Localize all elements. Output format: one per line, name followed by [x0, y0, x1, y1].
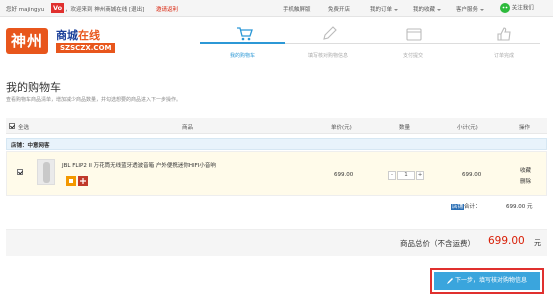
my-orders-label: 我的订单 [370, 7, 393, 13]
favorite-link[interactable]: 收藏 [520, 166, 531, 174]
customer-service-label: 客户服务 [456, 7, 479, 13]
thumbs-up-icon [497, 27, 511, 41]
item-checkbox[interactable] [17, 169, 23, 175]
site-logo[interactable]: 神州 商城在线 SZSCZX.COM [6, 24, 116, 58]
follow-us-label: 关注我们 [511, 5, 534, 12]
follow-us-menu[interactable]: 关注我们 [500, 3, 534, 13]
quantity-input[interactable]: 1 [397, 171, 415, 180]
invite-link[interactable]: 邀请返利 [156, 5, 178, 13]
shop-subtotal-row: 店铺合计： 699.00 元 [6, 196, 547, 230]
col-quantity: 数量 [399, 125, 411, 131]
welcome-text[interactable]: ，欢迎来到 神州商城在线 [退出] [65, 5, 144, 13]
quantity-decrease-button[interactable]: - [388, 171, 396, 180]
col-actions: 操作 [519, 125, 531, 131]
chevron-down-icon [437, 8, 442, 11]
grand-total-bar: 商品总价（不含运费） 699.00 元 [6, 230, 547, 256]
product-name[interactable]: JBL FLIP2 II 万花筒无线蓝牙透波音箱 户外便携迷你HIFI小音响 [62, 161, 216, 169]
vip-badge: Vo [51, 3, 65, 13]
next-step-label: 下一步，填写核对购物信息 [454, 277, 527, 284]
my-favorites-label: 我的收藏 [413, 7, 436, 13]
promo-badge-icon [66, 176, 76, 186]
chevron-down-icon [480, 8, 485, 11]
delete-link[interactable]: 删除 [520, 177, 531, 185]
step-my-cart: 我的购物车 [230, 53, 256, 59]
product-thumbnail[interactable] [37, 159, 55, 185]
cart-table-header: 全选 商品 单价(元) 数量 小计(元) 操作 [6, 118, 547, 134]
step-fill-info: 填写核对购物信息 [308, 53, 349, 59]
item-subtotal: 699.00 [462, 172, 482, 178]
next-step-button[interactable]: 下一步，填写核对购物信息 [434, 272, 540, 290]
logo-mark: 神州 [6, 28, 48, 54]
progress-line-active [200, 42, 285, 44]
top-bar: 您好 majingyu Vo ，欢迎来到 神州商城在线 [退出] 邀请返利 手机… [0, 0, 553, 17]
quantity-increase-button[interactable]: + [416, 171, 424, 180]
cart-item-row: JBL FLIP2 II 万花筒无线蓝牙透波音箱 户外便携迷你HIFI小音响 6… [6, 151, 547, 196]
shop-name[interactable]: 店铺：中意网客 [11, 141, 50, 149]
my-favorites-menu[interactable]: 我的收藏 [413, 5, 442, 13]
shop-subtotal-label: 店铺合计： [451, 204, 481, 210]
wallet-icon [406, 28, 422, 41]
my-orders-menu[interactable]: 我的订单 [370, 5, 399, 13]
open-shop-link[interactable]: 免费开店 [328, 5, 350, 13]
step-pay: 支付提交 [403, 53, 424, 59]
grand-total-value: 699.00 [488, 235, 525, 247]
select-all-label[interactable]: 全选 [18, 123, 29, 131]
greeting-text: 您好 majingyu [6, 7, 45, 13]
pencil-icon [447, 277, 454, 284]
col-unit-price: 单价(元) [331, 125, 352, 131]
logo-wordmark: 商城在线 [56, 29, 100, 42]
step-complete: 订单完成 [494, 53, 515, 59]
service-badge-icon [78, 176, 88, 186]
col-subtotal: 小计(元) [457, 125, 478, 131]
logo-domain: SZSCZX.COM [56, 43, 116, 53]
col-product: 商品 [182, 125, 194, 131]
pencil-icon [323, 26, 337, 40]
grand-total-label: 商品总价（不含运费） [400, 239, 475, 248]
select-all-checkbox[interactable] [9, 123, 15, 129]
shop-subtotal-value: 699.00 元 [506, 204, 533, 210]
shop-row: 店铺：中意网客 [6, 138, 547, 150]
item-unit-price: 699.00 [334, 172, 354, 178]
grand-total-unit: 元 [534, 239, 541, 247]
page-title: 我的购物车 [6, 81, 61, 94]
next-step-highlight: 下一步，填写核对购物信息 [430, 268, 544, 294]
page-subtitle: 查看购物车商品清单，增加减少商品数量，并勾选想要的商品进入下一步操作。 [6, 97, 182, 103]
chevron-down-icon [394, 8, 399, 11]
mobile-link[interactable]: 手机触屏版 [283, 5, 311, 13]
customer-service-menu[interactable]: 客户服务 [456, 5, 485, 13]
wechat-icon [500, 3, 510, 13]
cart-icon [237, 27, 253, 41]
